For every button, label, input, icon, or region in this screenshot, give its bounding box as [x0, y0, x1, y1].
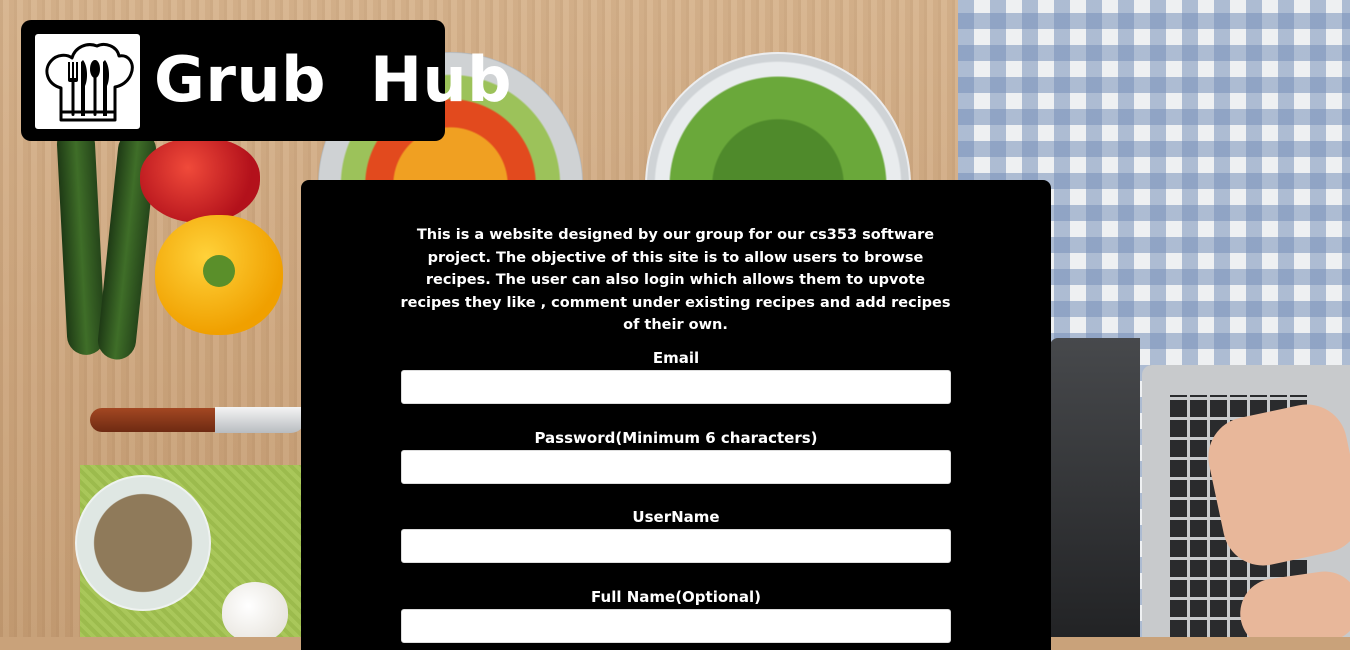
password-field[interactable]	[401, 450, 951, 484]
chef-hat-cutlery-icon	[35, 34, 140, 129]
red-pepper	[140, 138, 260, 223]
fullname-field[interactable]	[401, 609, 951, 643]
knife-blade	[215, 407, 305, 433]
email-label: Email	[652, 349, 700, 367]
site-description: This is a website designed by our group …	[400, 227, 951, 333]
peppercorn-bowl	[75, 475, 211, 611]
site-title: Grub Hub	[154, 43, 513, 116]
fullname-label: Full Name(Optional)	[591, 588, 761, 606]
username-field[interactable]	[401, 529, 951, 563]
knife-handle	[90, 408, 218, 432]
password-label: Password(Minimum 6 characters)	[534, 429, 818, 447]
laptop	[1050, 338, 1140, 637]
username-label: UserName	[632, 508, 720, 526]
yellow-pepper	[155, 215, 283, 335]
email-field[interactable]	[401, 370, 951, 404]
garlic	[222, 582, 288, 637]
site-logo[interactable]: Grub Hub	[21, 20, 512, 141]
signup-panel: This is a website designed by our group …	[301, 180, 1051, 650]
